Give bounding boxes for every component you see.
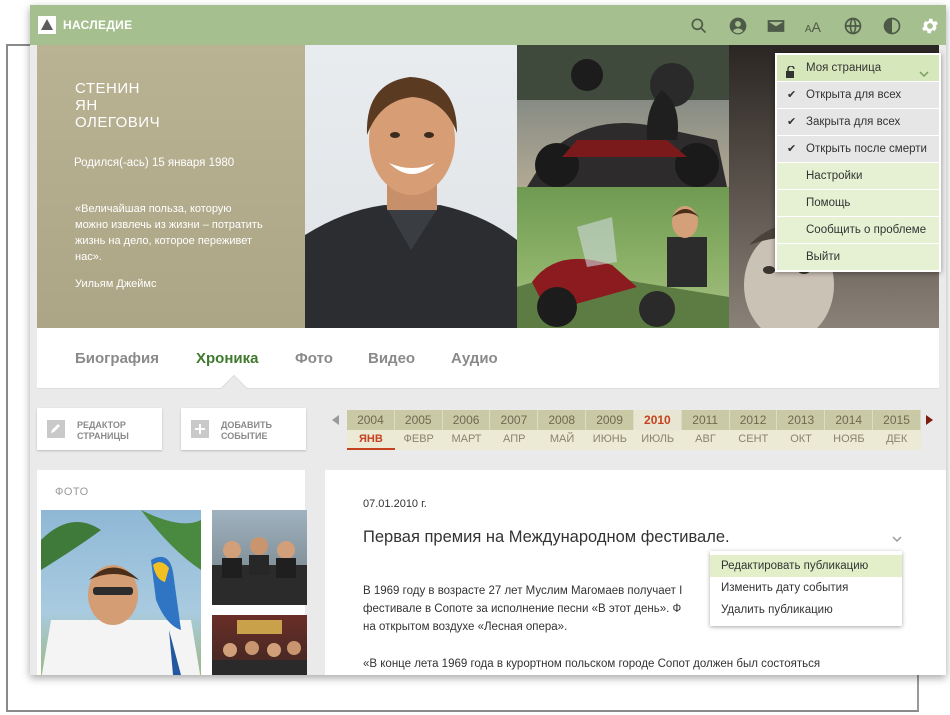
add-event-label-2: СОБЫТИЕ (221, 431, 268, 441)
add-event-label-1: ДОБАВИТЬ (221, 420, 272, 430)
edit-page-label-1: РЕДАКТОР (77, 420, 126, 430)
timeline-next-arrow[interactable] (922, 410, 936, 430)
menu-logout[interactable]: Выйти (777, 244, 939, 270)
timeline-month-5[interactable]: МАЙ (538, 430, 586, 450)
main-portrait-photo[interactable] (305, 45, 517, 328)
person-name: СТЕНИН ЯН ОЛЕГОВИЧ (75, 80, 160, 131)
contrast-icon[interactable] (881, 15, 903, 37)
menu-settings[interactable]: Настройки (777, 163, 939, 189)
gear-icon[interactable] (919, 15, 941, 37)
timeline-year-2010[interactable]: 2010 (633, 410, 682, 430)
birth-date: Родился(-ась) 15 января 1980 (74, 157, 235, 169)
brand-name[interactable]: НАСЛЕДИЕ (63, 18, 132, 32)
add-event-button[interactable]: ДОБАВИТЬ СОБЫТИЕ (181, 408, 306, 450)
timeline-year-2009[interactable]: 2009 (586, 410, 634, 430)
timeline-year-2006[interactable]: 2006 (442, 410, 491, 430)
menu-open-for-all[interactable]: ✔ Открыта для всех (777, 82, 939, 108)
delete-post-item[interactable]: Удалить публикацию (710, 599, 902, 621)
timeline-month-1[interactable]: ЯНВ (347, 430, 395, 450)
edit-page-label-2: СТРАНИЦЫ (77, 431, 129, 441)
active-tab-indicator (219, 374, 249, 404)
profile-tabs: Биография Хроника Фото Видео Аудио (37, 328, 939, 404)
menu-help[interactable]: Помощь (777, 190, 939, 216)
tab-video[interactable]: Видео (368, 350, 415, 367)
timeline-year-2005[interactable]: 2005 (394, 410, 443, 430)
tab-photo[interactable]: Фото (295, 350, 333, 367)
tab-biography[interactable]: Биография (75, 350, 159, 367)
globe-icon[interactable] (842, 15, 864, 37)
mail-icon[interactable] (765, 15, 787, 37)
timeline-month-11[interactable]: НОЯБ (825, 430, 873, 450)
timeline-years: 2004 2005 2006 2007 2008 2009 2010 2011 2012 2013… (347, 410, 921, 430)
search-icon[interactable] (688, 15, 710, 37)
menu-my-page-label: Моя страница (806, 62, 882, 74)
logo-icon[interactable] (38, 16, 56, 34)
user-icon[interactable] (727, 15, 749, 37)
bikers-group-photo-2[interactable] (212, 615, 307, 675)
photo-panel: ФОТО (37, 470, 307, 675)
pencil-icon (47, 420, 65, 438)
timeline-prev-arrow[interactable] (329, 410, 343, 430)
timeline-year-2014[interactable]: 2014 (825, 410, 874, 430)
profile-info-panel: СТЕНИН ЯН ОЛЕГОВИЧ Родился(-ась) 15 янва… (37, 45, 305, 328)
timeline-month-12[interactable]: ДЕК (873, 430, 921, 450)
timeline-month-4[interactable]: АПР (490, 430, 538, 450)
timeline-month-3[interactable]: МАРТ (443, 430, 491, 450)
tab-chronicle[interactable]: Хроника (196, 350, 258, 367)
post-title: Первая премия на Международном фестивале… (363, 528, 730, 546)
top-bar: НАСЛЕДИЕ AA (30, 5, 946, 45)
edit-page-button[interactable]: РЕДАКТОР СТРАНИЦЫ (37, 408, 162, 450)
check-icon: ✔ (787, 116, 797, 128)
timeline-months: ЯНВ ФЕВР МАРТ АПР МАЙ ИЮНЬ ИЮЛЬ АВГ СЕНТ ОКТ НОЯБ Д… (347, 430, 921, 450)
menu-report-problem[interactable]: Сообщить о проблеме (777, 217, 939, 243)
timeline-year-2012[interactable]: 2012 (729, 410, 778, 430)
timeline-month-9[interactable]: СЕНТ (729, 430, 777, 450)
timeline-year-2013[interactable]: 2013 (777, 410, 826, 430)
patronymic: ОЛЕГОВИЧ (75, 114, 161, 131)
bikers-group-photo-1[interactable] (212, 510, 307, 605)
motorcycle-photo-1[interactable] (517, 45, 729, 187)
timeline-month-8[interactable]: АВГ (682, 430, 730, 450)
chevron-down-icon (919, 63, 929, 78)
plus-icon (191, 420, 209, 438)
timeline-year-2015[interactable]: 2015 (873, 410, 921, 430)
svg-text:A: A (812, 20, 822, 36)
timeline-month-6[interactable]: ИЮНЬ (586, 430, 634, 450)
motorcycle-photo-2[interactable] (517, 187, 729, 328)
first-name: ЯН (75, 97, 98, 114)
post-date: 07.01.2010 г. (363, 498, 427, 510)
timeline-year-2011[interactable]: 2011 (681, 410, 730, 430)
timeline-year-2004[interactable]: 2004 (347, 410, 395, 430)
timeline-month-7[interactable]: ИЮЛЬ (634, 430, 682, 450)
parrot-photo[interactable] (41, 510, 201, 675)
photo-panel-title: ФОТО (55, 486, 89, 498)
surname: СТЕНИН (75, 80, 140, 97)
font-size-icon[interactable]: AA (803, 15, 825, 37)
quote-author: Уильям Джеймс (75, 278, 157, 290)
app-window: НАСЛЕДИЕ AA СТЕНИН ЯН ОЛЕГОВИЧ Родился(-… (30, 5, 946, 675)
settings-menu: Моя страница ✔ Открыта для всех ✔ Закрыта … (775, 53, 941, 272)
timeline-month-10[interactable]: ОКТ (777, 430, 825, 450)
timeline-month-2[interactable]: ФЕВР (395, 430, 443, 450)
post-menu-chevron-icon[interactable] (891, 532, 903, 544)
change-date-item[interactable]: Изменить дату события (710, 577, 902, 599)
post-actions-menu: Редактировать публикацию Изменить дату с… (710, 551, 902, 626)
timeline-year-2008[interactable]: 2008 (538, 410, 587, 430)
tab-audio[interactable]: Аудио (451, 350, 498, 367)
timeline-year-2007[interactable]: 2007 (490, 410, 539, 430)
quote-text: «Величайшая польза, которую можно извлеч… (75, 203, 263, 263)
menu-open-after-death[interactable]: ✔ Открыть после смерти (777, 136, 939, 162)
unlock-icon (785, 62, 797, 78)
menu-closed-for-all[interactable]: ✔ Закрыта для всех (777, 109, 939, 135)
check-icon: ✔ (787, 143, 797, 155)
post-paragraph-2: «В конце лета 1969 года в курортном поль… (363, 658, 821, 670)
menu-my-page[interactable]: Моя страница (777, 55, 939, 81)
edit-post-item[interactable]: Редактировать публикацию (710, 555, 902, 577)
check-icon: ✔ (787, 89, 797, 101)
